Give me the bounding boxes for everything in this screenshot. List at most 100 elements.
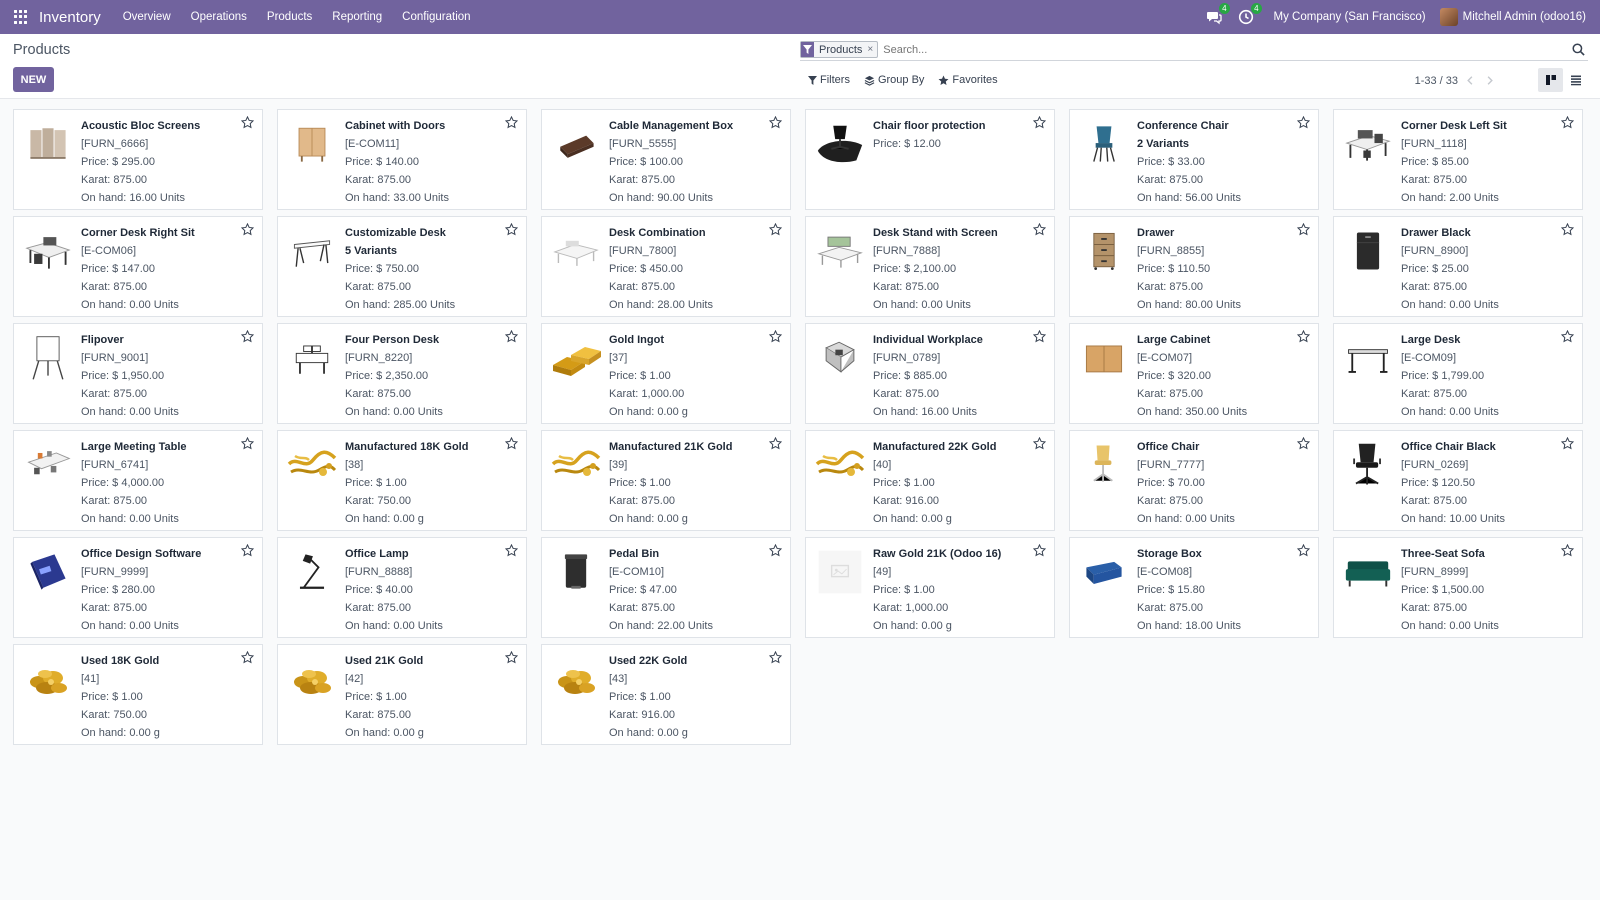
app-name[interactable]: Inventory (39, 9, 101, 26)
favorite-star-icon[interactable] (1560, 543, 1575, 558)
favorite-star-icon[interactable] (1032, 436, 1047, 451)
favorite-star-icon[interactable] (1032, 543, 1047, 558)
product-card[interactable]: Manufactured 18K Gold [38] Price: $ 1.00 Ka… (277, 430, 527, 531)
menu-reporting[interactable]: Reporting (332, 11, 382, 23)
product-card[interactable]: Large Meeting Table [FURN_6741] Price: $ 4… (13, 430, 263, 531)
product-card[interactable]: Cabinet with Doors [E-COM11] Price: $ 140.… (277, 109, 527, 210)
product-on-hand: On hand: 350.00 Units (1137, 406, 1248, 418)
favorite-star-icon[interactable] (240, 329, 255, 344)
product-card[interactable]: Used 18K Gold [41] Price: $ 1.00 Karat: 750… (13, 644, 263, 745)
activities-clock-icon[interactable]: 4 (1238, 3, 1262, 25)
favorite-star-icon[interactable] (504, 436, 519, 451)
user-avatar[interactable] (1439, 8, 1458, 26)
favorite-star-icon[interactable] (240, 436, 255, 451)
product-card[interactable]: Large Cabinet [E-COM07] Price: $ 320.00 Kar… (1069, 323, 1319, 424)
product-card[interactable]: Individual Workplace [FURN_0789] Price: $ … (805, 323, 1055, 424)
groupby-dropdown[interactable]: Group By (864, 74, 924, 86)
product-card[interactable]: Office Chair [FURN_7777] Price: $ 70.00 Kar… (1069, 430, 1319, 531)
favorite-star-icon[interactable] (768, 436, 783, 451)
product-card[interactable]: Desk Stand with Screen [FURN_7888] Price: … (805, 216, 1055, 317)
product-card[interactable]: Raw Gold 21K (Odoo 16) [49] Price: $ 1.00 K… (805, 537, 1055, 638)
product-card[interactable]: Three-Seat Sofa [FURN_8999] Price: $ 1,500… (1333, 537, 1583, 638)
product-name: Desk Stand with Screen (873, 227, 998, 239)
favorite-star-icon[interactable] (504, 222, 519, 237)
favorite-star-icon[interactable] (1032, 329, 1047, 344)
product-info: Office Chair Black [FURN_0269] Price: $ 12… (1401, 438, 1556, 528)
favorite-star-icon[interactable] (504, 543, 519, 558)
product-card[interactable]: Office Design Software [FURN_9999] Price: … (13, 537, 263, 638)
product-card[interactable]: Corner Desk Right Sit [E-COM06] Price: $ 1… (13, 216, 263, 317)
search-icon[interactable] (1572, 42, 1586, 57)
favorites-dropdown[interactable]: Favorites (938, 74, 998, 86)
menu-operations[interactable]: Operations (191, 11, 247, 23)
product-card[interactable]: Flipover [FURN_9001] Price: $ 1,950.00 Kara… (13, 323, 263, 424)
product-reference: [40] (873, 459, 892, 471)
pager-value[interactable]: 1-33 / 33 (1415, 75, 1458, 87)
apps-menu-icon[interactable] (14, 10, 28, 24)
favorite-star-icon[interactable] (1032, 115, 1047, 130)
favorite-star-icon[interactable] (240, 222, 255, 237)
product-card[interactable]: Customizable Desk 5 Variants Price: $ 750.… (277, 216, 527, 317)
product-card[interactable]: Gold Ingot [37] Price: $ 1.00 Karat: 1,000.… (541, 323, 791, 424)
menu-overview[interactable]: Overview (123, 11, 171, 23)
product-card[interactable]: Large Desk [E-COM09] Price: $ 1,799.00 Kara… (1333, 323, 1583, 424)
favorite-star-icon[interactable] (768, 543, 783, 558)
menu-products[interactable]: Products (267, 11, 312, 23)
pager-next-icon[interactable] (1483, 74, 1496, 87)
product-card[interactable]: Acoustic Bloc Screens [FURN_6666] Price: $… (13, 109, 263, 210)
favorite-star-icon[interactable] (504, 650, 519, 665)
search-input[interactable] (883, 43, 1572, 56)
new-button[interactable]: NEW (13, 67, 54, 92)
favorite-star-icon[interactable] (768, 115, 783, 130)
favorite-star-icon[interactable] (768, 329, 783, 344)
favorite-star-icon[interactable] (504, 329, 519, 344)
product-image (1341, 224, 1395, 278)
product-name: Manufactured 22K Gold (873, 441, 997, 453)
pager-previous-icon[interactable] (1464, 74, 1477, 87)
favorite-star-icon[interactable] (1560, 115, 1575, 130)
favorite-star-icon[interactable] (1032, 222, 1047, 237)
user-menu[interactable]: Mitchell Admin (odoo16) (1463, 11, 1586, 23)
kanban-view-icon[interactable] (1538, 68, 1563, 92)
product-card[interactable]: Four Person Desk [FURN_8220] Price: $ 2,35… (277, 323, 527, 424)
product-reference: Price: $ 12.00 (873, 138, 941, 150)
product-card[interactable]: Office Chair Black [FURN_0269] Price: $ 12… (1333, 430, 1583, 531)
favorite-star-icon[interactable] (1296, 222, 1311, 237)
favorite-star-icon[interactable] (240, 543, 255, 558)
product-card[interactable]: Cable Management Box [FURN_5555] Price: $ … (541, 109, 791, 210)
product-card[interactable]: Desk Combination [FURN_7800] Price: $ 450.… (541, 216, 791, 317)
filters-dropdown[interactable]: Filters (808, 74, 850, 86)
favorite-star-icon[interactable] (504, 115, 519, 130)
menu-configuration[interactable]: Configuration (402, 11, 470, 23)
product-card[interactable]: Drawer [FURN_8855] Price: $ 110.50 Karat: 8… (1069, 216, 1319, 317)
product-card[interactable]: Chair floor protection Price: $ 12.00 (805, 109, 1055, 210)
company-switcher[interactable]: My Company (San Francisco) (1274, 11, 1426, 23)
favorite-star-icon[interactable] (1296, 329, 1311, 344)
messages-icon[interactable]: 4 (1206, 3, 1230, 25)
facet-remove-icon[interactable]: × (867, 44, 877, 55)
favorite-star-icon[interactable] (240, 650, 255, 665)
product-card[interactable]: Manufactured 22K Gold [40] Price: $ 1.00 Ka… (805, 430, 1055, 531)
favorite-star-icon[interactable] (1296, 543, 1311, 558)
product-card[interactable]: Manufactured 21K Gold [39] Price: $ 1.00 Ka… (541, 430, 791, 531)
product-card[interactable]: Corner Desk Left Sit [FURN_1118] Price: $ … (1333, 109, 1583, 210)
product-card[interactable]: Office Lamp [FURN_8888] Price: $ 40.00 Kara… (277, 537, 527, 638)
favorite-star-icon[interactable] (1560, 436, 1575, 451)
favorite-star-icon[interactable] (768, 222, 783, 237)
product-card[interactable]: Storage Box [E-COM08] Price: $ 15.80 Karat:… (1069, 537, 1319, 638)
product-card[interactable]: Used 21K Gold [42] Price: $ 1.00 Karat: 875… (277, 644, 527, 745)
product-karat: Karat: 750.00 (81, 709, 148, 721)
product-karat: Karat: 750.00 (345, 495, 412, 507)
favorite-star-icon[interactable] (1296, 436, 1311, 451)
list-view-icon[interactable] (1563, 68, 1588, 92)
product-card[interactable]: Used 22K Gold [43] Price: $ 1.00 Karat: 916… (541, 644, 791, 745)
favorite-star-icon[interactable] (1560, 329, 1575, 344)
favorite-star-icon[interactable] (1296, 115, 1311, 130)
product-price: Price: $ 2,350.00 (345, 370, 429, 382)
favorite-star-icon[interactable] (768, 650, 783, 665)
product-card[interactable]: Conference Chair 2 Variants Price: $ 33.00… (1069, 109, 1319, 210)
product-card[interactable]: Pedal Bin [E-COM10] Price: $ 47.00 Karat: 8… (541, 537, 791, 638)
product-card[interactable]: Drawer Black [FURN_8900] Price: $ 25.00 Kar… (1333, 216, 1583, 317)
favorite-star-icon[interactable] (240, 115, 255, 130)
favorite-star-icon[interactable] (1560, 222, 1575, 237)
